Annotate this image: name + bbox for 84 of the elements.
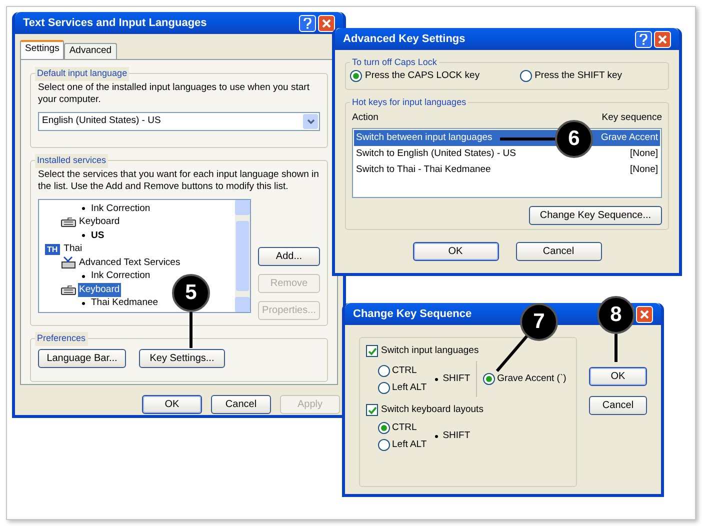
radio-button[interactable]	[378, 364, 390, 377]
column-header: Key sequence	[602, 111, 662, 125]
key-sequence-text: [None]	[630, 163, 658, 178]
bullet-icon	[82, 234, 85, 238]
radio-label: Left ALT	[392, 438, 427, 452]
tab[interactable]: Settings	[20, 40, 64, 59]
window-title: Text Services and Input Languages	[23, 16, 207, 31]
language-badge: TH	[45, 244, 60, 255]
radio-button[interactable]	[378, 382, 390, 394]
leader-line	[190, 312, 192, 348]
radio-label: CTRL	[392, 420, 417, 434]
group-legend: To turn off Caps Lock	[350, 56, 439, 70]
description-text: Select the services that you want for each input language shown in the list. Use the Add and Remove buttons to modify this list.	[38, 169, 320, 193]
group-legend: Default input language	[35, 67, 130, 80]
radio-button[interactable]	[483, 373, 496, 386]
bullet-icon	[82, 207, 85, 210]
help-button[interactable]	[635, 30, 652, 48]
keyboard-icon	[61, 284, 76, 295]
action-text: Switch between input languages	[356, 131, 492, 146]
action-text: Switch to English (United States) - US	[356, 147, 516, 162]
close-button[interactable]	[318, 14, 335, 32]
leader-line	[614, 334, 618, 362]
tree-item[interactable]: Ink Correction	[90, 202, 152, 216]
radio-button[interactable]	[520, 70, 532, 82]
description-text: Select one of the installed input languages to use when you start your computer.	[38, 82, 310, 106]
checkbox[interactable]	[366, 345, 378, 358]
radio-label: Grave Accent (`)	[497, 372, 566, 386]
tab[interactable]: Advanced	[64, 43, 117, 59]
key-sequence-text: Grave Accent	[600, 131, 658, 146]
tree-item[interactable]: US	[90, 228, 106, 243]
action-text: Switch to Thai - Thai Kedmanee	[356, 163, 491, 178]
key-sequence-text: [None]	[630, 147, 658, 162]
keyboard-icon	[61, 217, 76, 228]
column-header: Action	[352, 111, 378, 125]
window-title: Advanced Key Settings	[343, 32, 466, 47]
help-icon	[639, 34, 648, 44]
radio-label: Press the SHIFT key	[534, 68, 622, 83]
bullet-icon	[82, 302, 85, 305]
dialog-button[interactable]: Add...	[258, 247, 320, 266]
language-dropdown[interactable]: English (United States) - US	[38, 112, 320, 131]
plus-key-text: SHIFT	[442, 429, 470, 444]
group-legend: Installed services	[35, 154, 108, 168]
dialog-button[interactable]: OK	[589, 367, 647, 386]
close-icon	[658, 34, 667, 44]
hotkey-row[interactable]: Switch to Thai - Thai Kedmanee [None]	[354, 162, 660, 178]
window-title: Change Key Sequence	[353, 306, 472, 322]
radio-button[interactable]	[350, 70, 362, 82]
dialog-button[interactable]: OK	[412, 242, 498, 261]
radio-button[interactable]	[378, 438, 390, 451]
dropdown-value: English (United States) - US	[42, 114, 162, 128]
tree-item[interactable]: Thai Kedmanee	[90, 296, 160, 310]
tree-item[interactable]: Thai	[62, 242, 84, 256]
help-icon	[303, 18, 312, 28]
dialog-button[interactable]: Cancel	[211, 395, 271, 414]
checkbox-label: Switch keyboard layouts	[381, 403, 484, 418]
tree-item[interactable]: Ink Correction	[90, 269, 152, 284]
tree-item[interactable]: Keyboard	[78, 215, 121, 230]
checkbox[interactable]	[366, 404, 378, 416]
help-button[interactable]	[299, 14, 316, 32]
scrollbar[interactable]	[235, 200, 250, 312]
leader-line	[496, 335, 528, 372]
dialog-button[interactable]: Cancel	[516, 242, 602, 261]
change-key-sequence-button[interactable]: Change Key Sequence...	[529, 206, 662, 226]
services-icon	[61, 256, 76, 270]
close-icon	[640, 310, 649, 318]
leader-line	[500, 138, 555, 140]
radio-label: CTRL	[392, 364, 417, 378]
radio-label: Left ALT	[392, 380, 427, 395]
dialog-button[interactable]: Cancel	[589, 396, 647, 415]
tree-item[interactable]: Keyboard	[78, 282, 121, 297]
plus-key-text: SHIFT	[442, 372, 470, 386]
radio-label: Press the CAPS LOCK key	[365, 68, 480, 83]
close-button[interactable]	[654, 30, 671, 48]
dialog-button[interactable]: OK	[142, 395, 202, 414]
group-legend: Hot keys for input languages	[350, 96, 468, 110]
bullet-icon	[82, 274, 85, 278]
group-legend: Preferences	[35, 332, 88, 346]
close-button[interactable]	[636, 306, 653, 322]
dialog-button[interactable]: Language Bar...	[38, 349, 126, 368]
radio-button[interactable]	[378, 422, 390, 434]
checkbox-label: Switch input languages	[381, 344, 479, 358]
tree-item[interactable]: Advanced Text Services	[78, 256, 182, 270]
close-icon	[322, 18, 331, 28]
dialog-button[interactable]: Key Settings...	[139, 349, 225, 368]
